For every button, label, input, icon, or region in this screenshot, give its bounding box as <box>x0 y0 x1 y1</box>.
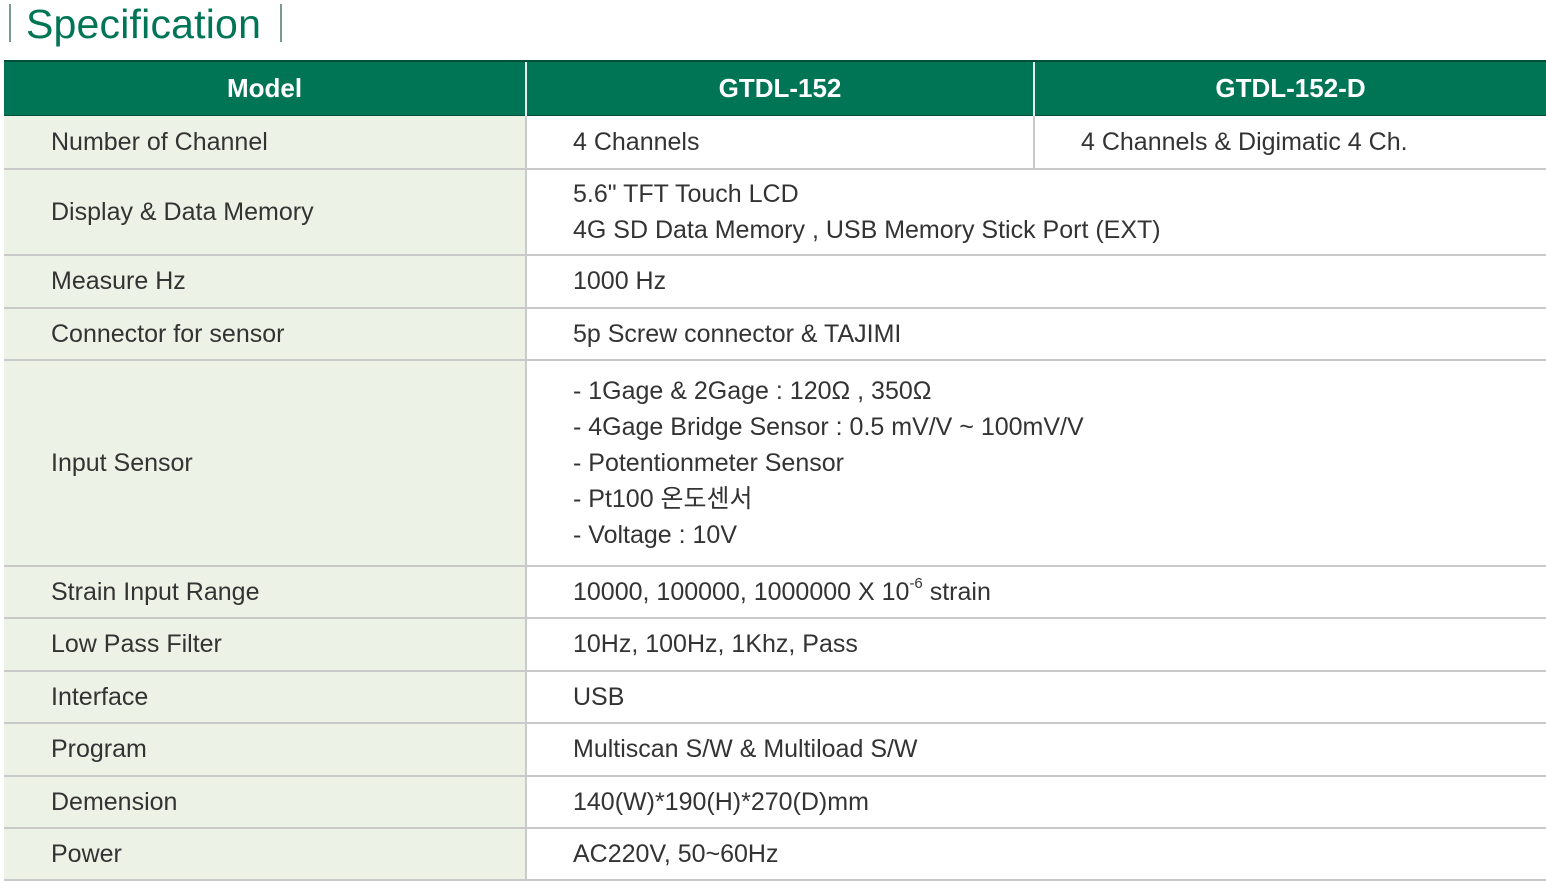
row-value-gtdl-152-d: 4 Channels & Digimatic 4 Ch. <box>1033 115 1546 170</box>
row-display-data-memory: Display & Data Memory 5.6" TFT Touch LCD… <box>4 168 1546 256</box>
value-text: 10000, 100000, 1000000 X 10 <box>573 577 910 606</box>
row-connector-for-sensor: Connector for sensor 5p Screw connector … <box>4 307 1546 361</box>
row-label: Low Pass Filter <box>4 617 527 672</box>
row-number-of-channel: Number of Channel 4 Channels 4 Channels … <box>4 115 1546 170</box>
row-program: Program Multiscan S/W & Multiload S/W <box>4 722 1546 777</box>
spec-table: Model GTDL-152 GTDL-152-D Number of Chan… <box>4 60 1546 881</box>
value-line: 5.6" TFT Touch LCD <box>573 179 799 208</box>
header-gtdl-152: GTDL-152 <box>525 60 1034 116</box>
title-divider-left <box>9 4 11 42</box>
value-line: - 4Gage Bridge Sensor : 0.5 mV/V ~ 100mV… <box>573 412 1084 441</box>
row-label: Input Sensor <box>4 359 527 567</box>
row-value: 5.6" TFT Touch LCD 4G SD Data Memory , U… <box>526 168 1546 256</box>
header-gtdl-152-d: GTDL-152-D <box>1033 60 1546 116</box>
row-measure-hz: Measure Hz 1000 Hz <box>4 254 1546 309</box>
row-interface: Interface USB <box>4 670 1546 724</box>
value-line: - 1Gage & 2Gage : 120Ω , 350Ω <box>573 376 932 405</box>
row-value-gtdl-152: 4 Channels <box>526 115 1034 170</box>
row-label: Demension <box>4 775 527 829</box>
row-value: 10Hz, 100Hz, 1Khz, Pass <box>526 617 1546 672</box>
value-text: strain <box>922 577 991 606</box>
table-header-row: Model GTDL-152 GTDL-152-D <box>4 60 1546 116</box>
exponent: -6 <box>909 575 923 593</box>
row-label: Strain Input Range <box>4 565 527 619</box>
row-label: Program <box>4 722 527 777</box>
row-label: Number of Channel <box>4 115 527 170</box>
row-value: 10000, 100000, 1000000 X 10-6 strain <box>526 565 1546 619</box>
row-power: Power AC220V, 50~60Hz <box>4 827 1546 881</box>
page-title: Specification <box>26 1 262 47</box>
row-low-pass-filter: Low Pass Filter 10Hz, 100Hz, 1Khz, Pass <box>4 617 1546 672</box>
row-label: Measure Hz <box>4 254 527 309</box>
value-line: - Voltage : 10V <box>573 520 738 549</box>
row-dimension: Demension 140(W)*190(H)*270(D)mm <box>4 775 1546 829</box>
row-label: Interface <box>4 670 527 724</box>
value-line: - Potentionmeter Sensor <box>573 448 844 477</box>
row-input-sensor: Input Sensor - 1Gage & 2Gage : 120Ω , 35… <box>4 359 1546 567</box>
row-label: Power <box>4 827 527 881</box>
row-value: 140(W)*190(H)*270(D)mm <box>526 775 1546 829</box>
value-line: 4G SD Data Memory , USB Memory Stick Por… <box>573 215 1161 244</box>
row-value: AC220V, 50~60Hz <box>526 827 1546 881</box>
row-value: - 1Gage & 2Gage : 120Ω , 350Ω - 4Gage Br… <box>526 359 1546 567</box>
row-value: 1000 Hz <box>526 254 1546 309</box>
row-value: Multiscan S/W & Multiload S/W <box>526 722 1546 777</box>
row-value: 5p Screw connector & TAJIMI <box>526 307 1546 361</box>
header-model: Model <box>4 60 526 116</box>
row-label: Display & Data Memory <box>4 168 527 256</box>
section-heading: Specification <box>0 0 1546 50</box>
row-strain-input-range: Strain Input Range 10000, 100000, 100000… <box>4 565 1546 619</box>
value-line: - Pt100 온도센서 <box>573 484 753 513</box>
row-label: Connector for sensor <box>4 307 527 361</box>
row-value: USB <box>526 670 1546 724</box>
title-divider-right <box>280 4 282 42</box>
